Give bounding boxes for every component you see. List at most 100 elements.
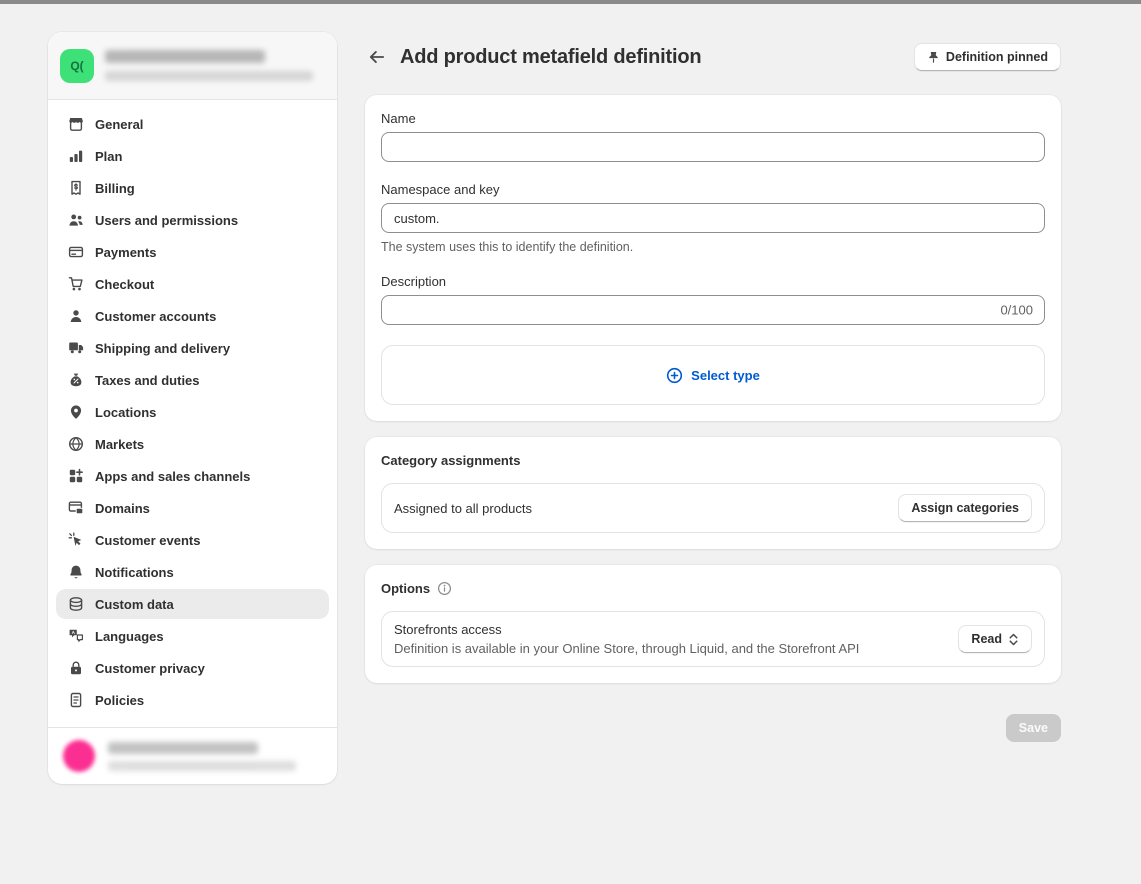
definition-form-card: Name Namespace and key The system uses t…: [365, 95, 1061, 421]
assign-categories-button[interactable]: Assign categories: [898, 494, 1032, 522]
save-button[interactable]: Save: [1006, 714, 1061, 742]
taxes-icon: [68, 372, 84, 388]
sidebar-item-customer-accounts[interactable]: Customer accounts: [56, 301, 329, 331]
user-name-redacted: [108, 742, 258, 754]
sidebar-item-label: Policies: [95, 693, 144, 708]
apps-icon: [68, 468, 84, 484]
sidebar-item-label: Customer accounts: [95, 309, 216, 324]
settings-nav: General Plan Billing Users and permissions P…: [48, 100, 337, 727]
users-icon: [68, 212, 84, 228]
storefront-access-value: Read: [971, 632, 1002, 646]
sidebar-item-label: Apps and sales channels: [95, 469, 250, 484]
custom-data-icon: [68, 596, 84, 612]
locations-icon: [68, 404, 84, 420]
category-assignments-card: Category assignments Assigned to all pro…: [365, 437, 1061, 549]
notifications-icon: [68, 564, 84, 580]
sidebar-item-label: Locations: [95, 405, 156, 420]
storefronts-access-description: Definition is available in your Online S…: [394, 641, 859, 656]
sidebar-item-label: Taxes and duties: [95, 373, 200, 388]
billing-icon: [68, 180, 84, 196]
store-switcher[interactable]: Q(: [48, 32, 337, 100]
sidebar-item-notifications[interactable]: Notifications: [56, 557, 329, 587]
store-avatar: Q(: [60, 49, 94, 83]
sidebar-item-label: Notifications: [95, 565, 174, 580]
namespace-label: Namespace and key: [381, 182, 1045, 197]
store-domain-redacted: [105, 71, 313, 81]
options-card: Options Storefronts access Definition is…: [365, 565, 1061, 683]
sidebar-item-apps-and-sales-channels[interactable]: Apps and sales channels: [56, 461, 329, 491]
sidebar-item-taxes-and-duties[interactable]: Taxes and duties: [56, 365, 329, 395]
shipping-icon: [68, 340, 84, 356]
sidebar-item-label: Checkout: [95, 277, 154, 292]
sidebar-item-checkout[interactable]: Checkout: [56, 269, 329, 299]
user-email-redacted: [108, 761, 296, 771]
select-type-label: Select type: [691, 368, 760, 383]
storefront-access-select[interactable]: Read: [958, 625, 1032, 653]
main-content: Add product metafield definition Definit…: [365, 43, 1061, 742]
info-icon[interactable]: [437, 581, 452, 596]
sidebar-item-custom-data[interactable]: Custom data: [56, 589, 329, 619]
payments-icon: [68, 244, 84, 260]
settings-sidebar: Q( General Plan Billing Users and permissio…: [48, 32, 337, 784]
sidebar-item-label: Markets: [95, 437, 144, 452]
namespace-help-text: The system uses this to identify the def…: [381, 240, 1045, 254]
sidebar-item-domains[interactable]: Domains: [56, 493, 329, 523]
sidebar-item-label: Customer privacy: [95, 661, 205, 676]
sidebar-item-label: Billing: [95, 181, 135, 196]
category-assignment-row: Assigned to all products Assign categori…: [381, 483, 1045, 533]
pin-icon: [927, 51, 940, 64]
sidebar-item-languages[interactable]: ALanguages: [56, 621, 329, 651]
store-icon: [68, 116, 84, 132]
markets-icon: [68, 436, 84, 452]
user-account-row[interactable]: [48, 727, 337, 784]
select-type-button[interactable]: Select type: [381, 345, 1045, 405]
description-label: Description: [381, 274, 1045, 289]
sidebar-item-policies[interactable]: Policies: [56, 685, 329, 715]
select-chevrons-icon: [1008, 633, 1019, 646]
sidebar-item-label: Custom data: [95, 597, 174, 612]
sidebar-item-label: Payments: [95, 245, 156, 260]
storefronts-access-row: Storefronts access Definition is availab…: [381, 611, 1045, 667]
name-field-group: Name: [381, 111, 1045, 162]
store-name-redacted: [105, 50, 265, 63]
sidebar-item-shipping-and-delivery[interactable]: Shipping and delivery: [56, 333, 329, 363]
sidebar-item-locations[interactable]: Locations: [56, 397, 329, 427]
description-input[interactable]: [381, 295, 1045, 325]
sidebar-item-label: Customer events: [95, 533, 200, 548]
sidebar-item-payments[interactable]: Payments: [56, 237, 329, 267]
definition-pinned-button[interactable]: Definition pinned: [914, 43, 1061, 71]
back-arrow-icon: [368, 48, 386, 66]
sidebar-item-customer-events[interactable]: Customer events: [56, 525, 329, 555]
category-status-text: Assigned to all products: [394, 501, 532, 516]
page-title: Add product metafield definition: [400, 46, 701, 69]
sidebar-item-users-and-permissions[interactable]: Users and permissions: [56, 205, 329, 235]
customer-accounts-icon: [68, 308, 84, 324]
sidebar-item-label: Plan: [95, 149, 122, 164]
back-button[interactable]: [365, 45, 389, 69]
browser-top-strip: [0, 0, 1141, 4]
storefronts-access-title: Storefronts access: [394, 622, 859, 637]
privacy-icon: [68, 660, 84, 676]
sidebar-item-plan[interactable]: Plan: [56, 141, 329, 171]
name-input[interactable]: [381, 132, 1045, 162]
sidebar-item-label: General: [95, 117, 143, 132]
description-field-group: Description 0/100: [381, 274, 1045, 325]
sidebar-item-billing[interactable]: Billing: [56, 173, 329, 203]
sidebar-item-markets[interactable]: Markets: [56, 429, 329, 459]
sidebar-item-general[interactable]: General: [56, 109, 329, 139]
options-heading: Options: [381, 581, 430, 596]
category-assignments-heading: Category assignments: [381, 453, 520, 468]
footer-actions: Save: [365, 714, 1061, 742]
sidebar-item-label: Languages: [95, 629, 164, 644]
sidebar-item-customer-privacy[interactable]: Customer privacy: [56, 653, 329, 683]
plus-circle-icon: [666, 367, 683, 384]
customer-events-icon: [68, 532, 84, 548]
sidebar-item-label: Shipping and delivery: [95, 341, 230, 356]
type-picker-group: Select type: [381, 345, 1045, 405]
checkout-icon: [68, 276, 84, 292]
definition-pinned-label: Definition pinned: [946, 50, 1048, 64]
namespace-input[interactable]: [381, 203, 1045, 233]
namespace-field-group: Namespace and key The system uses this t…: [381, 182, 1045, 254]
policies-icon: [68, 692, 84, 708]
name-label: Name: [381, 111, 1045, 126]
